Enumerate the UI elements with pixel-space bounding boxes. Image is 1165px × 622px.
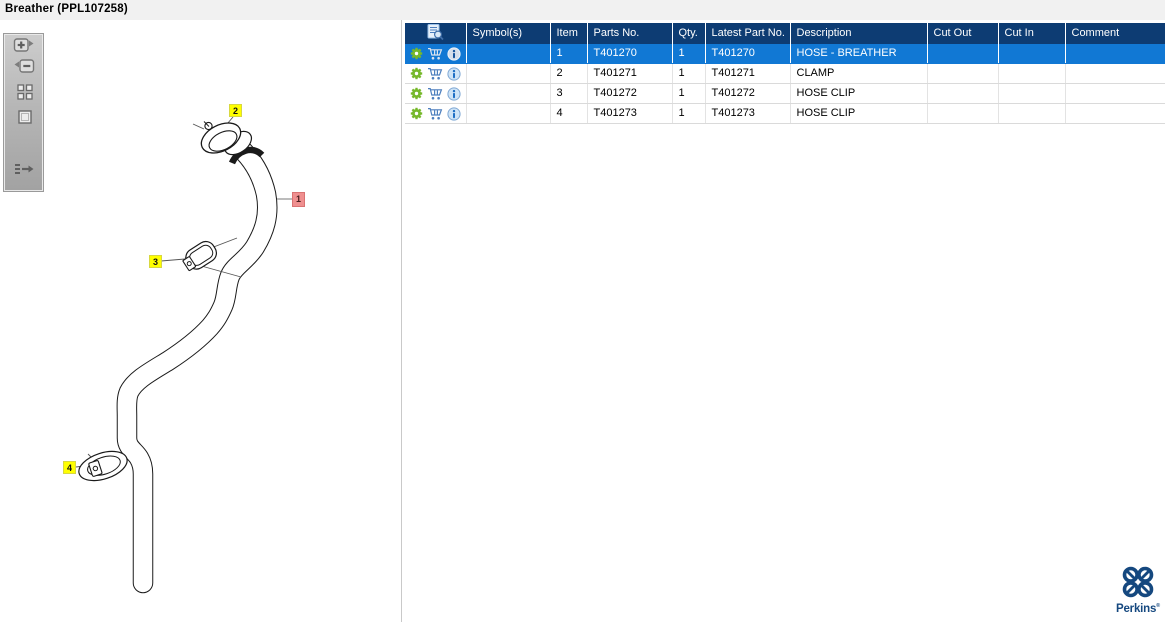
add-to-cart-icon[interactable] xyxy=(427,47,443,60)
header-cell-item: Item xyxy=(549,23,587,44)
cell-actions xyxy=(405,83,466,104)
header-cell-parts-no: Parts No. xyxy=(586,23,672,44)
cell-cut-out xyxy=(926,103,998,124)
config-gear-icon[interactable] xyxy=(410,67,423,80)
zoom-out-icon xyxy=(13,58,36,77)
cell-parts-no: T401270 xyxy=(586,44,672,64)
cell-description: CLAMP xyxy=(789,63,927,84)
cell-item: 3 xyxy=(549,83,587,104)
perkins-logo-icon xyxy=(1116,564,1160,600)
table-row[interactable]: 1 T401270 1 T401270 HOSE - BREATHER xyxy=(405,44,1165,64)
cell-description: HOSE CLIP xyxy=(789,103,927,124)
header-cell-qty: Qty. xyxy=(671,23,705,44)
zoom-out-button[interactable] xyxy=(13,58,36,77)
cell-description: HOSE CLIP xyxy=(789,83,927,104)
cell-latest-part-no: T401272 xyxy=(704,83,790,104)
cell-cut-in xyxy=(997,44,1065,64)
header-cell-actions xyxy=(405,23,466,44)
header-cell-cut-out: Cut Out xyxy=(926,23,998,44)
part-info-icon[interactable] xyxy=(447,46,461,61)
part-info-icon[interactable] xyxy=(447,66,461,81)
callout-item-2[interactable]: 2 xyxy=(229,104,242,117)
cell-qty: 1 xyxy=(671,44,705,64)
cell-parts-no: T401272 xyxy=(586,83,672,104)
cell-cut-in xyxy=(997,63,1065,84)
cell-cut-in xyxy=(997,83,1065,104)
cell-symbols xyxy=(465,44,550,64)
fit-view-icon xyxy=(16,108,39,126)
panel-divider xyxy=(401,20,402,622)
cell-cut-out xyxy=(926,63,998,84)
callout-item-4[interactable]: 4 xyxy=(63,461,76,474)
callout-item-3[interactable]: 3 xyxy=(149,255,162,268)
view-document-icon xyxy=(427,24,444,44)
cell-qty: 1 xyxy=(671,103,705,124)
cell-item: 2 xyxy=(549,63,587,84)
parts-table: Symbol(s) Item Parts No. Qty. Latest Par… xyxy=(405,23,1165,124)
table-row[interactable]: 4 T401273 1 T401273 HOSE CLIP xyxy=(405,103,1165,124)
breather-hose-diagram xyxy=(75,116,292,594)
part-info-icon[interactable] xyxy=(447,106,461,121)
part-info-icon[interactable] xyxy=(447,86,461,101)
cell-latest-part-no: T401273 xyxy=(704,103,790,124)
cell-symbols xyxy=(465,63,550,84)
cell-comment xyxy=(1064,44,1165,64)
cell-comment xyxy=(1064,103,1165,124)
config-gear-icon[interactable] xyxy=(410,87,423,100)
cell-actions xyxy=(405,44,466,64)
cell-comment xyxy=(1064,83,1165,104)
cell-description: HOSE - BREATHER xyxy=(789,44,927,64)
cell-parts-no: T401273 xyxy=(586,103,672,124)
cell-symbols xyxy=(465,83,550,104)
cell-actions xyxy=(405,103,466,124)
header-cell-description: Description xyxy=(789,23,927,44)
header-cell-comment: Comment xyxy=(1064,23,1165,44)
cell-latest-part-no: T401271 xyxy=(704,63,790,84)
perkins-logo: Perkins® xyxy=(1116,564,1160,615)
thumbnail-view-icon xyxy=(16,83,39,101)
cell-actions xyxy=(405,63,466,84)
cell-symbols xyxy=(465,103,550,124)
table-row[interactable]: 2 T401271 1 T401271 CLAMP xyxy=(405,63,1165,84)
config-gear-icon[interactable] xyxy=(410,47,423,60)
cell-item: 4 xyxy=(549,103,587,124)
toggle-parts-list-button[interactable] xyxy=(13,160,36,179)
cell-latest-part-no: T401270 xyxy=(704,44,790,64)
header-cell-latest-part-no: Latest Part No. xyxy=(704,23,790,44)
table-header-row: Symbol(s) Item Parts No. Qty. Latest Par… xyxy=(405,23,1165,44)
cell-parts-no: T401271 xyxy=(586,63,672,84)
add-to-cart-icon[interactable] xyxy=(427,107,443,120)
callout-item-1[interactable]: 1 xyxy=(292,192,305,207)
zoom-in-button[interactable] xyxy=(13,37,36,56)
fit-view-button[interactable] xyxy=(16,108,39,127)
cell-item: 1 xyxy=(549,44,587,64)
toggle-parts-list-icon xyxy=(13,160,36,179)
diagram-part-hose-clip-3[interactable] xyxy=(180,238,220,274)
parts-table-body: 1 T401270 1 T401270 HOSE - BREATHER 2 T4… xyxy=(405,44,1165,124)
add-to-cart-icon[interactable] xyxy=(427,67,443,80)
perkins-logo-text: Perkins® xyxy=(1116,602,1161,615)
header-cell-cut-in: Cut In xyxy=(997,23,1065,44)
config-gear-icon[interactable] xyxy=(410,107,423,120)
cell-cut-in xyxy=(997,103,1065,124)
thumbnail-view-button[interactable] xyxy=(16,83,39,102)
cell-cut-out xyxy=(926,44,998,64)
add-to-cart-icon[interactable] xyxy=(427,87,443,100)
zoom-in-icon xyxy=(13,37,36,56)
header-cell-symbols: Symbol(s) xyxy=(465,23,550,44)
cell-qty: 1 xyxy=(671,63,705,84)
table-row[interactable]: 3 T401272 1 T401272 HOSE CLIP xyxy=(405,83,1165,104)
cell-cut-out xyxy=(926,83,998,104)
diagram-part-hose[interactable] xyxy=(116,127,278,594)
cell-comment xyxy=(1064,63,1165,84)
cell-qty: 1 xyxy=(671,83,705,104)
diagram-toolbar xyxy=(3,33,44,192)
